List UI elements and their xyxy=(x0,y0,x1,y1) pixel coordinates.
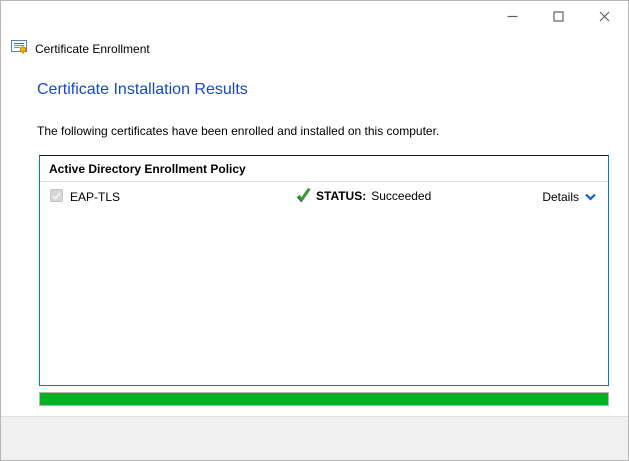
close-button[interactable] xyxy=(581,2,627,31)
enrollment-policy-panel: Active Directory Enrollment Policy EAP-T… xyxy=(39,155,609,386)
minimize-icon xyxy=(507,11,518,22)
maximize-button[interactable] xyxy=(535,2,581,31)
app-title: Certificate Enrollment xyxy=(35,42,150,56)
caption-button-group xyxy=(489,2,627,31)
certificate-row: EAP-TLS STATUS: Succeeded Details xyxy=(40,182,608,216)
certificate-icon xyxy=(11,38,28,60)
status-group: STATUS: Succeeded xyxy=(296,186,431,206)
details-label: Details xyxy=(542,190,579,204)
app-header: Certificate Enrollment xyxy=(11,38,150,60)
close-icon xyxy=(599,11,610,22)
chevron-down-icon xyxy=(585,190,596,204)
details-dropdown[interactable]: Details xyxy=(542,190,596,204)
success-check-icon xyxy=(296,186,312,206)
checkbox-check-icon xyxy=(52,192,61,200)
progress-bar xyxy=(39,392,609,406)
certificate-enrollment-window: Certificate Enrollment Certificate Insta… xyxy=(0,0,629,461)
page-title: Certificate Installation Results xyxy=(37,81,248,98)
status-label: STATUS: xyxy=(316,189,367,203)
enrollment-policy-header: Active Directory Enrollment Policy xyxy=(40,156,608,182)
status-value: Succeeded xyxy=(371,189,432,203)
maximize-icon xyxy=(552,11,564,22)
certificate-name: EAP-TLS xyxy=(70,190,121,204)
page-description: The following certificates have been enr… xyxy=(37,124,440,138)
progress-fill xyxy=(40,393,608,405)
certificate-checkbox-disabled xyxy=(50,189,63,202)
footer-bar: Finish xyxy=(1,416,628,460)
minimize-button[interactable] xyxy=(489,2,535,31)
